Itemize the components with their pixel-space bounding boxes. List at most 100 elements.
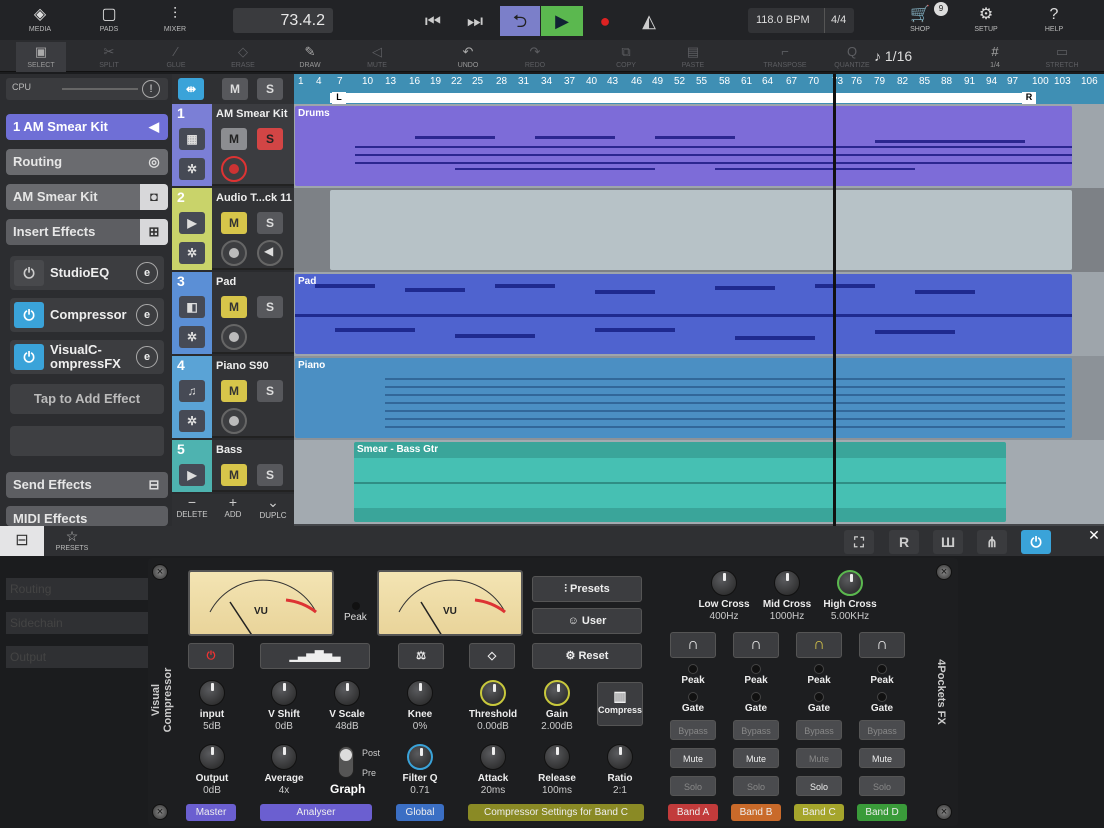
clip-pad[interactable]: Pad: [295, 274, 1072, 354]
mute-button[interactable]: M: [221, 380, 247, 402]
effect-slot-visualcompressfx[interactable]: ⏻ VisualC-ompressFX e: [10, 340, 164, 374]
power-icon[interactable]: ⏻: [14, 260, 44, 286]
global-mute-button[interactable]: M: [222, 78, 248, 100]
piano-icon[interactable]: ♫: [179, 380, 205, 402]
tab-band-d[interactable]: Band D: [857, 804, 907, 821]
tab-master[interactable]: Master: [186, 804, 236, 821]
pads-button[interactable]: ▢ PADS: [81, 4, 137, 38]
average-knob[interactable]: [271, 744, 297, 770]
mid-cross-knob[interactable]: [774, 570, 800, 596]
release-knob[interactable]: [544, 744, 570, 770]
bypass-power-button[interactable]: ⏻: [188, 643, 234, 669]
record-arm-button[interactable]: [221, 324, 247, 350]
presets-tab[interactable]: ☆ PRESETS: [50, 528, 94, 556]
quantize-value[interactable]: ♪ 1/16: [874, 48, 912, 64]
filter-q-knob[interactable]: [407, 744, 433, 770]
erase-tool[interactable]: ◇ ERASE: [218, 42, 268, 72]
draw-tool[interactable]: ✎ DRAW: [285, 42, 335, 72]
instrument-button[interactable]: AM Smear Kit ◘: [6, 184, 168, 210]
play-icon[interactable]: ▶: [179, 464, 205, 486]
read-button[interactable]: R: [889, 530, 919, 554]
band-b-shape-button[interactable]: ∩: [733, 632, 779, 658]
paste-button[interactable]: ▤ PASTE: [668, 42, 718, 72]
track-1[interactable]: 1 AM Smear Kit ▦ M S ✲: [172, 104, 294, 186]
duplicate-track-button[interactable]: ⌄ DUPLC: [256, 494, 290, 520]
presets-button[interactable]: ⫶ Presets: [532, 576, 642, 602]
add-effect-slot[interactable]: Tap to Add Effect: [10, 384, 164, 414]
mute-button[interactable]: M: [221, 128, 247, 150]
tab-band-b[interactable]: Band B: [731, 804, 781, 821]
tempo-display[interactable]: 118.0 BPM 4/4: [748, 8, 854, 33]
band-c-shape-button[interactable]: ∩: [796, 632, 842, 658]
v-shift-knob[interactable]: [271, 680, 297, 706]
send-effects-header[interactable]: Send Effects ⊟: [6, 472, 168, 498]
solo-button[interactable]: S: [257, 296, 283, 318]
position-display[interactable]: 73.4.2: [233, 8, 333, 33]
solo-button[interactable]: S: [257, 464, 283, 486]
mute-button[interactable]: M: [221, 464, 247, 486]
clip-audio-track[interactable]: [330, 190, 1072, 270]
band-c-bypass[interactable]: Bypass: [796, 720, 842, 740]
balance-button[interactable]: ⚖: [398, 643, 444, 669]
analyser-button[interactable]: ▁▃▅▇▅▃: [260, 643, 370, 669]
band-a-shape-button[interactable]: ∩: [670, 632, 716, 658]
grid-button[interactable]: #1/4: [970, 42, 1020, 72]
loop-range[interactable]: [330, 93, 1030, 103]
clip-drums[interactable]: Drums: [295, 106, 1072, 186]
threshold-knob[interactable]: [480, 680, 506, 706]
loop-start-marker[interactable]: L: [332, 92, 346, 104]
track-4[interactable]: 4 Piano S90 ♫ M S ✲: [172, 356, 294, 438]
track-2[interactable]: 2 Audio T...ck 11 ▶ M S ✲ ◀: [172, 188, 294, 270]
transpose-button[interactable]: ⌐ TRANSPOSE: [760, 42, 810, 72]
band-a-mute[interactable]: Mute: [670, 748, 716, 768]
band-d-solo[interactable]: Solo: [859, 776, 905, 796]
loop-end-marker[interactable]: R: [1022, 92, 1036, 104]
v-scale-knob[interactable]: [334, 680, 360, 706]
output-knob[interactable]: [199, 744, 225, 770]
tab-analyser[interactable]: Analyser: [260, 804, 372, 821]
play-button[interactable]: ▶: [541, 6, 583, 36]
metronome-button[interactable]: ◭: [630, 6, 668, 36]
knee-knob[interactable]: [407, 680, 433, 706]
tab-band-a[interactable]: Band A: [668, 804, 718, 821]
record-arm-button[interactable]: [221, 156, 247, 182]
band-b-bypass[interactable]: Bypass: [733, 720, 779, 740]
stretch-button[interactable]: ▭ STRETCH: [1037, 42, 1087, 72]
instrument-icon[interactable]: ✲: [179, 326, 205, 348]
band-d-shape-button[interactable]: ∩: [859, 632, 905, 658]
insert-tab[interactable]: ⊟: [0, 526, 44, 556]
split-tool[interactable]: ✂ SPLIT: [84, 42, 134, 72]
edit-icon[interactable]: e: [136, 304, 158, 326]
gain-knob[interactable]: [544, 680, 570, 706]
high-cross-knob[interactable]: [837, 570, 863, 596]
clip-piano[interactable]: Piano: [295, 358, 1072, 438]
ratio-knob[interactable]: [607, 744, 633, 770]
solo-button[interactable]: S: [257, 380, 283, 402]
close-icon[interactable]: ✕: [1084, 527, 1104, 547]
reset-button[interactable]: ⚙ Reset: [532, 643, 642, 669]
setup-button[interactable]: ⚙ SETUP: [958, 4, 1014, 38]
instrument-icon[interactable]: ✲: [179, 242, 205, 264]
routing-view-button[interactable]: ⋔: [977, 530, 1007, 554]
mute-tool[interactable]: ◁ MUTE: [352, 42, 402, 72]
power-icon[interactable]: ⏻: [14, 302, 44, 328]
graph-toggle[interactable]: [338, 746, 354, 778]
band-c-solo[interactable]: Solo: [796, 776, 842, 796]
shop-button[interactable]: 🛒 SHOP 9: [892, 2, 948, 38]
rewind-button[interactable]: ⏮: [414, 6, 452, 36]
synth-icon[interactable]: ◧: [179, 296, 205, 318]
band-b-solo[interactable]: Solo: [733, 776, 779, 796]
instrument-icon[interactable]: ✲: [179, 410, 205, 432]
quantize-button[interactable]: Q QUANTIZE: [827, 42, 877, 72]
record-button[interactable]: ●: [586, 6, 624, 36]
attack-knob[interactable]: [480, 744, 506, 770]
redo-button[interactable]: ↷ REDO: [510, 42, 560, 72]
user-button[interactable]: ☺ User: [532, 608, 642, 634]
empty-effect-slot[interactable]: [10, 426, 164, 456]
solo-button[interactable]: S: [257, 128, 283, 150]
help-button[interactable]: ? HELP: [1026, 4, 1082, 38]
power-button[interactable]: ⏻: [1021, 530, 1051, 554]
delete-track-button[interactable]: − DELETE: [176, 494, 208, 519]
band-b-mute[interactable]: Mute: [733, 748, 779, 768]
band-d-bypass[interactable]: Bypass: [859, 720, 905, 740]
